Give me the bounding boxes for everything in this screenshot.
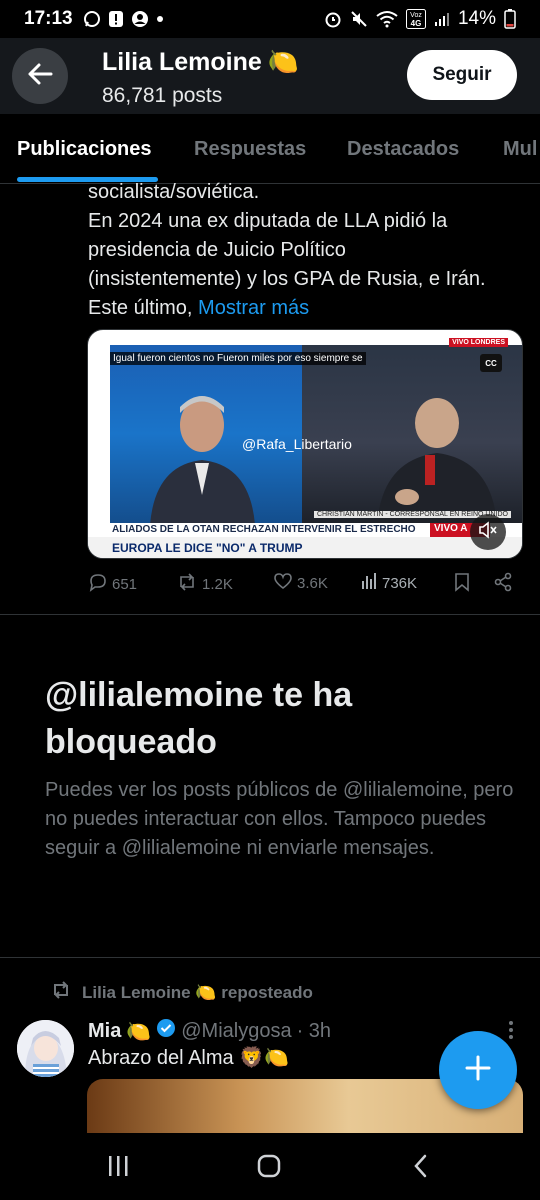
wifi-icon xyxy=(376,10,398,28)
tweet-line-text: Este último, xyxy=(88,297,199,319)
divider xyxy=(0,614,540,615)
home-icon xyxy=(256,1153,282,1184)
battery-icon xyxy=(504,9,516,29)
back-button[interactable] xyxy=(12,48,68,104)
system-icons: Voz 4G 14% xyxy=(324,8,516,30)
repost-label: Lilia Lemoine 🍋 reposteado xyxy=(82,982,313,1002)
author-name[interactable]: Mia xyxy=(88,1020,121,1043)
author-handle[interactable]: @Mialygosa xyxy=(181,1020,291,1043)
views-count: 736K xyxy=(382,574,418,592)
share-button[interactable] xyxy=(493,572,513,596)
tweet-line: presidencia de Juicio Político xyxy=(88,239,346,261)
status-bar: 17:13 Voz 4G 14% xyxy=(0,0,540,38)
back-nav-button[interactable] xyxy=(401,1154,441,1183)
tab-destacados[interactable]: Destacados xyxy=(347,138,459,161)
system-navigation-bar xyxy=(0,1133,540,1200)
repost-indicator: Lilia Lemoine 🍋 reposteado xyxy=(50,980,313,1005)
more-options-button[interactable] xyxy=(506,1020,516,1045)
share-icon xyxy=(493,572,513,596)
tweet-time: · 3h xyxy=(296,1019,332,1042)
signal-icon xyxy=(434,11,450,27)
home-button[interactable] xyxy=(249,1153,289,1184)
tweet-line: socialista/soviética. xyxy=(88,181,260,203)
svg-text:4G: 4G xyxy=(411,19,422,28)
avatar[interactable] xyxy=(17,1020,74,1077)
divider xyxy=(0,957,540,958)
svg-text:Voz: Voz xyxy=(410,12,422,19)
alert-icon xyxy=(108,10,124,28)
network-type-icon: Voz 4G xyxy=(405,9,426,29)
volume-muted-icon xyxy=(478,520,498,544)
chevron-left-icon xyxy=(411,1154,431,1183)
tweet-author: Mia 🍋 @Mialygosa · 3h xyxy=(88,1018,331,1044)
lemon-emoji: 🍋 xyxy=(267,48,299,76)
heart-icon xyxy=(273,572,293,594)
tweet-line: Este último, Mostrar más xyxy=(88,294,518,323)
tab-publicaciones[interactable]: Publicaciones xyxy=(17,138,152,161)
lemon-emoji: 🍋 xyxy=(126,1020,152,1043)
chat-bubble-icon xyxy=(83,10,101,28)
recent-apps-button[interactable] xyxy=(98,1155,138,1181)
verified-badge-icon xyxy=(156,1018,176,1044)
repost-button[interactable]: 1.2K xyxy=(176,572,233,596)
ticker-top-text: ALIADOS DE LA OTAN RECHAZAN INTERVENIR E… xyxy=(112,524,416,535)
mute-button[interactable] xyxy=(470,514,506,550)
compose-button[interactable] xyxy=(439,1031,517,1109)
blocked-title: @lilialemoine te ha bloqueado xyxy=(45,676,353,761)
reply-count: 651 xyxy=(112,575,138,593)
anchor-figure xyxy=(150,396,255,525)
views-button[interactable]: 736K xyxy=(360,572,417,594)
dot-icon xyxy=(156,15,164,23)
profile-name-text: Lilia Lemoine xyxy=(102,48,262,76)
reply-button[interactable]: 651 xyxy=(88,572,137,596)
like-button[interactable]: 3.6K xyxy=(273,572,328,594)
mute-icon xyxy=(350,10,368,28)
arrow-left-icon xyxy=(26,60,54,93)
account-icon xyxy=(131,10,149,28)
tweet-text: socialista/soviética. En 2024 una ex dip… xyxy=(88,178,518,323)
like-count: 3.6K xyxy=(297,574,328,592)
tweet-line: En 2024 una ex diputada de LLA pidió la xyxy=(88,210,448,232)
video-studio-panel xyxy=(110,345,302,525)
tweet-actions: 651 1.2K 3.6K 736K xyxy=(88,572,518,598)
status-time: 17:13 xyxy=(24,8,73,29)
notification-icons xyxy=(83,10,164,28)
tweet-video[interactable]: Igual fueron cientos no Fueron miles por… xyxy=(87,329,523,559)
cc-button[interactable]: CC xyxy=(480,354,502,372)
repost-icon xyxy=(176,572,198,596)
follow-button[interactable]: Seguir xyxy=(407,50,517,100)
more-vertical-icon xyxy=(506,1021,516,1044)
bookmark-button[interactable] xyxy=(454,572,470,596)
profile-header: Lilia Lemoine 🍋 86,781 posts Seguir xyxy=(0,38,540,114)
tab-respuestas[interactable]: Respuestas xyxy=(194,138,306,161)
tab-multimedia[interactable]: Mul xyxy=(503,138,537,161)
ticker-bottom-text: EUROPA LE DICE "NO" A TRUMP xyxy=(112,541,303,555)
recent-apps-icon xyxy=(106,1154,130,1183)
tweet-line: (insistentemente) y los GPA de Rusia, e … xyxy=(88,268,486,290)
posts-count: 86,781 posts xyxy=(102,84,223,107)
tweet-text: Abrazo del Alma 🦁🍋 xyxy=(88,1047,289,1069)
video-watermark: @Rafa_Libertario xyxy=(242,436,352,452)
blocked-description: Puedes ver los posts públicos de @lilial… xyxy=(45,779,514,859)
bookmark-icon xyxy=(454,572,470,596)
repost-count: 1.2K xyxy=(202,575,233,593)
plus-icon xyxy=(465,1055,491,1086)
views-icon xyxy=(360,572,378,594)
news-ticker-bottom: EUROPA LE DICE "NO" A TRUMP xyxy=(88,537,522,558)
reply-icon xyxy=(88,572,108,596)
live-tag: VIVO LONDRES xyxy=(449,338,508,347)
profile-tabs: Publicaciones Respuestas Destacados Mul xyxy=(0,114,540,184)
repost-icon xyxy=(50,980,72,1005)
battery-percent: 14% xyxy=(457,8,496,29)
show-more-link[interactable]: Mostrar más xyxy=(198,297,309,319)
alarm-icon xyxy=(324,10,342,28)
reporter-figure xyxy=(377,398,497,525)
profile-name: Lilia Lemoine 🍋 xyxy=(102,48,299,77)
video-caption: Igual fueron cientos no Fueron miles por… xyxy=(110,352,366,365)
